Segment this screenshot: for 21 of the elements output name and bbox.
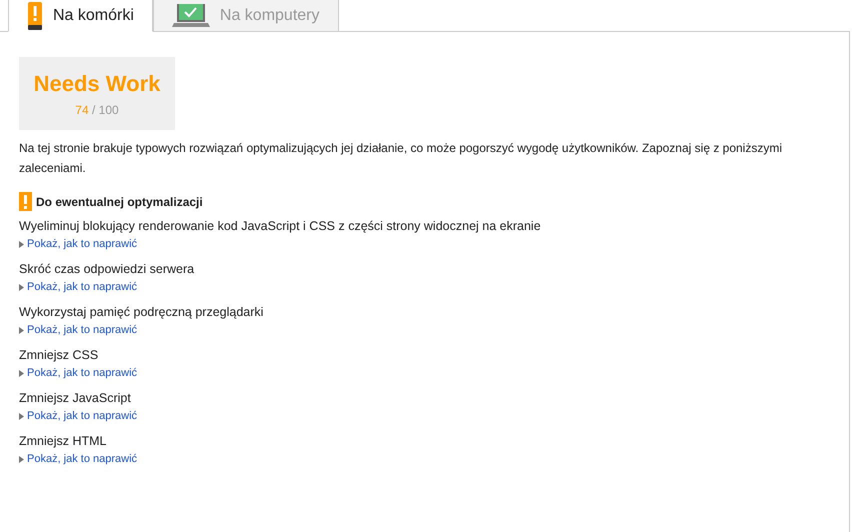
- laptop-icon: [172, 4, 210, 28]
- score-value: 74: [75, 102, 89, 116]
- summary-text: Na tej stronie brakuje typowych rozwiązań optymalizujących jej działanie, co może pogorszyć wygodę użytkowników. Zapoznaj się z poniższymi zaleceniami.: [19, 140, 784, 177]
- tab[interactable]: Na komórki: [8, 0, 153, 32]
- fix-link[interactable]: Pokaż, jak to naprawić: [27, 453, 138, 465]
- phone-icon: [27, 2, 43, 30]
- rule-title: Wyeliminuj blokujący renderowanie kod JavaScript i CSS z części strony widocznej na ekranie: [19, 218, 542, 234]
- rule-title: Zmniejsz HTML: [19, 433, 108, 449]
- fix-link[interactable]: Pokaż, jak to naprawić: [27, 281, 138, 293]
- rule-title: Skróć czas odpowiedzi serwera: [19, 261, 196, 277]
- fix-link[interactable]: Pokaż, jak to naprawić: [27, 324, 138, 336]
- fix-link[interactable]: Pokaż, jak to naprawić: [27, 367, 138, 379]
- score-verdict: Needs Work: [34, 70, 160, 96]
- rule-title: Wykorzystaj pamięć podręczną przeglądarki: [19, 304, 264, 320]
- rule-title: Zmniejsz JavaScript: [19, 390, 132, 406]
- fix-link[interactable]: Pokaż, jak to naprawić: [27, 238, 138, 250]
- section-title: Do ewentualnej optymalizacji: [36, 194, 203, 208]
- fix-link[interactable]: Pokaż, jak to naprawić: [27, 410, 138, 422]
- warning-icon: [19, 192, 32, 211]
- rule-title: Zmniejsz CSS: [19, 347, 100, 363]
- score-max: / 100: [92, 102, 119, 116]
